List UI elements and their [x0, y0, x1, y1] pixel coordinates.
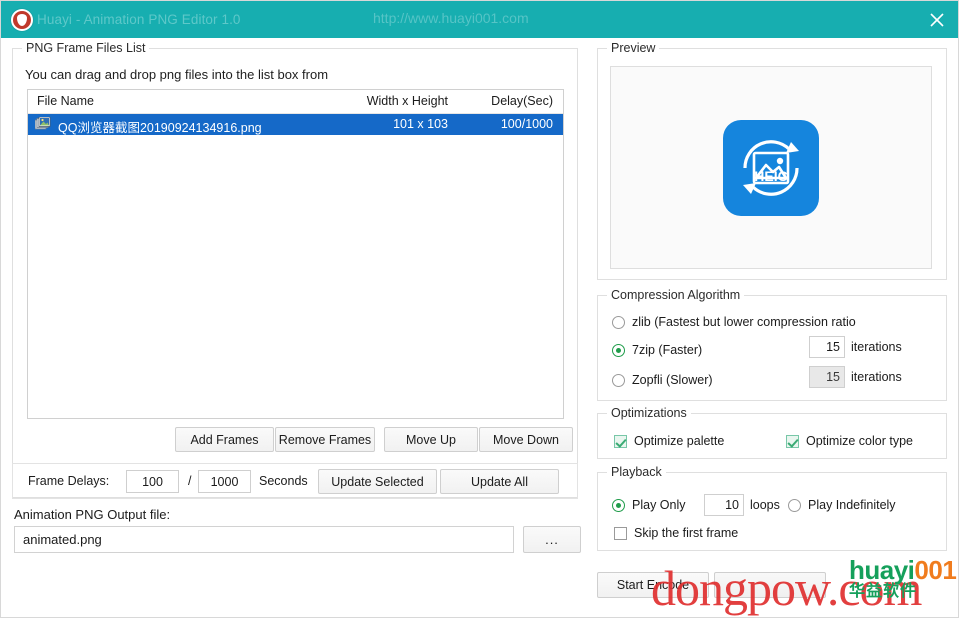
stop-encode-button[interactable] — [714, 572, 826, 598]
png-frame-files-legend: PNG Frame Files List — [22, 41, 149, 55]
radio-play-only-icon — [612, 499, 625, 512]
radio-zlib-label: zlib (Fastest but lower compression rati… — [632, 315, 856, 329]
start-encode-button[interactable]: Start Encode — [597, 572, 709, 598]
radio-play-indefinitely-icon — [788, 499, 801, 512]
checkbox-optimize-palette[interactable]: Optimize palette — [614, 434, 724, 448]
title-bar: Huayi - Animation PNG Editor 1.0 http://… — [1, 1, 959, 38]
preview-canvas: HEIC — [610, 66, 932, 269]
update-all-button[interactable]: Update All — [440, 469, 559, 494]
svg-text:HEIC: HEIC — [754, 168, 787, 184]
checkbox-optimize-color-type-icon — [786, 435, 799, 448]
output-file-input[interactable] — [14, 526, 514, 553]
optimizations-legend: Optimizations — [607, 406, 691, 420]
move-down-button[interactable]: Move Down — [479, 427, 573, 452]
website-url-label: http://www.huayi001.com — [373, 10, 529, 26]
radio-play-indefinitely[interactable]: Play Indefinitely — [788, 498, 896, 512]
output-file-label: Animation PNG Output file: — [14, 507, 170, 522]
playback-legend: Playback — [607, 465, 666, 479]
huayi-logo-wordmark: huayi001 — [849, 557, 956, 583]
radio-7zip[interactable]: 7zip (Faster) — [612, 343, 702, 357]
frame-files-listbox[interactable]: File Name Width x Height Delay(Sec) QQ浏览… — [27, 89, 564, 419]
checkbox-optimize-color-type[interactable]: Optimize color type — [786, 434, 913, 448]
browse-output-button[interactable]: ... — [523, 526, 581, 553]
playback-group: Playback Play Only loops Play Indefinite… — [597, 472, 947, 551]
frame-delays-bar: Frame Delays: / Seconds Update Selected … — [12, 463, 578, 499]
app-logo-icon — [11, 9, 33, 31]
huayi-logo-green-text: huayi — [849, 555, 914, 585]
table-row[interactable]: QQ浏览器截图20190924134916.png 101 x 103 100/… — [28, 114, 563, 135]
move-up-button[interactable]: Move Up — [384, 427, 478, 452]
list-header-row: File Name Width x Height Delay(Sec) — [28, 90, 563, 114]
zopfli-iterations-label: iterations — [851, 370, 902, 384]
remove-frames-button[interactable]: Remove Frames — [275, 427, 375, 452]
frame-delay-denominator-input[interactable] — [198, 470, 251, 493]
radio-play-only[interactable]: Play Only — [612, 498, 686, 512]
checkbox-optimize-palette-icon — [614, 435, 627, 448]
loops-label: loops — [750, 498, 780, 512]
png-file-icon — [35, 117, 51, 132]
drag-drop-hint: You can drag and drop png files into the… — [25, 67, 328, 82]
add-frames-button[interactable]: Add Frames — [175, 427, 274, 452]
checkbox-optimize-palette-label: Optimize palette — [634, 434, 724, 448]
preview-legend: Preview — [607, 41, 659, 55]
radio-play-indefinitely-label: Play Indefinitely — [808, 498, 896, 512]
radio-play-only-label: Play Only — [632, 498, 686, 512]
column-header-dimensions: Width x Height — [338, 94, 448, 108]
compression-legend: Compression Algorithm — [607, 288, 744, 302]
close-icon[interactable] — [914, 1, 959, 38]
frame-delays-label: Frame Delays: — [28, 474, 109, 488]
column-header-file-name: File Name — [37, 94, 94, 108]
frame-delay-numerator-input[interactable] — [126, 470, 179, 493]
file-name-cell: QQ浏览器截图20190924134916.png — [58, 117, 262, 136]
7zip-iterations-label: iterations — [851, 340, 902, 354]
loops-count-input[interactable] — [704, 494, 744, 516]
window-title: Huayi - Animation PNG Editor 1.0 — [37, 12, 241, 27]
radio-7zip-label: 7zip (Faster) — [632, 343, 702, 357]
column-header-delay: Delay(Sec) — [458, 94, 553, 108]
dimensions-cell: 101 x 103 — [338, 117, 448, 131]
delay-separator: / — [188, 474, 191, 488]
huayi-logo-orange-text: 001 — [914, 555, 956, 585]
checkbox-skip-first-frame-label: Skip the first frame — [634, 526, 738, 540]
delay-cell: 100/1000 — [458, 117, 553, 131]
checkbox-skip-first-frame[interactable]: Skip the first frame — [614, 526, 738, 540]
application-window: Huayi - Animation PNG Editor 1.0 http://… — [0, 0, 959, 618]
zopfli-iterations-input[interactable] — [809, 366, 845, 388]
radio-zopfli-icon — [612, 374, 625, 387]
heic-converter-icon: HEIC — [723, 120, 819, 216]
radio-zlib-icon — [612, 316, 625, 329]
radio-zopfli-label: Zopfli (Slower) — [632, 373, 713, 387]
optimizations-group: Optimizations Optimize palette Optimize … — [597, 413, 947, 459]
checkbox-skip-first-frame-icon — [614, 527, 627, 540]
seconds-label: Seconds — [259, 474, 308, 488]
compression-algorithm-group: Compression Algorithm zlib (Fastest but … — [597, 295, 947, 401]
checkbox-optimize-color-type-label: Optimize color type — [806, 434, 913, 448]
radio-zopfli[interactable]: Zopfli (Slower) — [612, 373, 713, 387]
7zip-iterations-input[interactable] — [809, 336, 845, 358]
update-selected-button[interactable]: Update Selected — [318, 469, 437, 494]
radio-7zip-icon — [612, 344, 625, 357]
huayi-logo-subtitle: 华益软件 — [849, 583, 956, 601]
huayi-logo-watermark: huayi001 华益软件 — [849, 557, 956, 601]
radio-zlib[interactable]: zlib (Fastest but lower compression rati… — [612, 315, 856, 329]
